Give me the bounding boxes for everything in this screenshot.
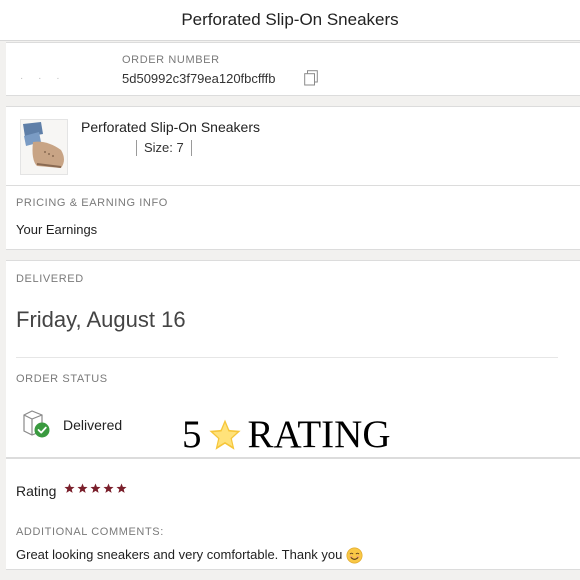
- rating-overlay: 5 RATING: [182, 412, 391, 457]
- additional-comments-label: ADDITIONAL COMMENTS:: [16, 526, 164, 538]
- rating-star-icon: [103, 483, 114, 493]
- star-icon: [205, 415, 244, 453]
- comment-row: Great looking sneakers and very comforta…: [16, 547, 363, 564]
- overlay-text: RATING: [247, 413, 391, 456]
- order-status-value: Delivered: [63, 417, 123, 433]
- order-number-label: ORDER NUMBER: [122, 54, 220, 66]
- order-details-page: Perforated Slip-On Sneakers · · · ORDER …: [0, 0, 580, 580]
- item-size: Size: 7: [136, 140, 192, 156]
- rating-star-icon: [90, 483, 101, 493]
- faded-text: · · ·: [20, 73, 66, 84]
- copy-icon[interactable]: [304, 70, 318, 86]
- order-number-panel: · · · ORDER NUMBER 5d50992c3f79ea120fbcf…: [6, 42, 580, 96]
- rating-stars: [64, 483, 127, 494]
- rating-star-icon: [116, 483, 127, 493]
- sneaker-image: [21, 120, 67, 174]
- product-name[interactable]: Perforated Slip-On Sneakers: [81, 119, 260, 135]
- smiling-face-emoji-icon: [346, 547, 363, 564]
- rating-panel: Rating ADDITIONAL COMMENTS: Great lookin…: [6, 458, 580, 570]
- divider: [16, 357, 558, 358]
- page-title: Perforated Slip-On Sneakers: [181, 10, 399, 29]
- order-number-value: 5d50992c3f79ea120fbcfffb: [122, 71, 276, 86]
- comment-text: Great looking sneakers and very comforta…: [16, 547, 343, 562]
- pricing-label: PRICING & EARNING INFO: [16, 197, 168, 209]
- delivered-date: Friday, August 16: [16, 307, 186, 332]
- delivered-status-icon: [23, 410, 50, 438]
- rating-star-icon: [64, 483, 75, 493]
- pricing-panel: PRICING & EARNING INFO Your Earnings: [6, 185, 580, 250]
- overlay-number: 5: [182, 413, 202, 456]
- rating-label: Rating: [16, 483, 57, 499]
- your-earnings-link[interactable]: Your Earnings: [16, 222, 97, 237]
- rating-star-icon: [77, 483, 88, 493]
- product-thumbnail[interactable]: [20, 119, 68, 175]
- item-panel: Perforated Slip-On Sneakers Size: 7: [6, 106, 580, 186]
- delivered-label: DELIVERED: [16, 273, 84, 285]
- page-header: Perforated Slip-On Sneakers: [0, 0, 580, 41]
- order-status-label: ORDER STATUS: [16, 373, 108, 385]
